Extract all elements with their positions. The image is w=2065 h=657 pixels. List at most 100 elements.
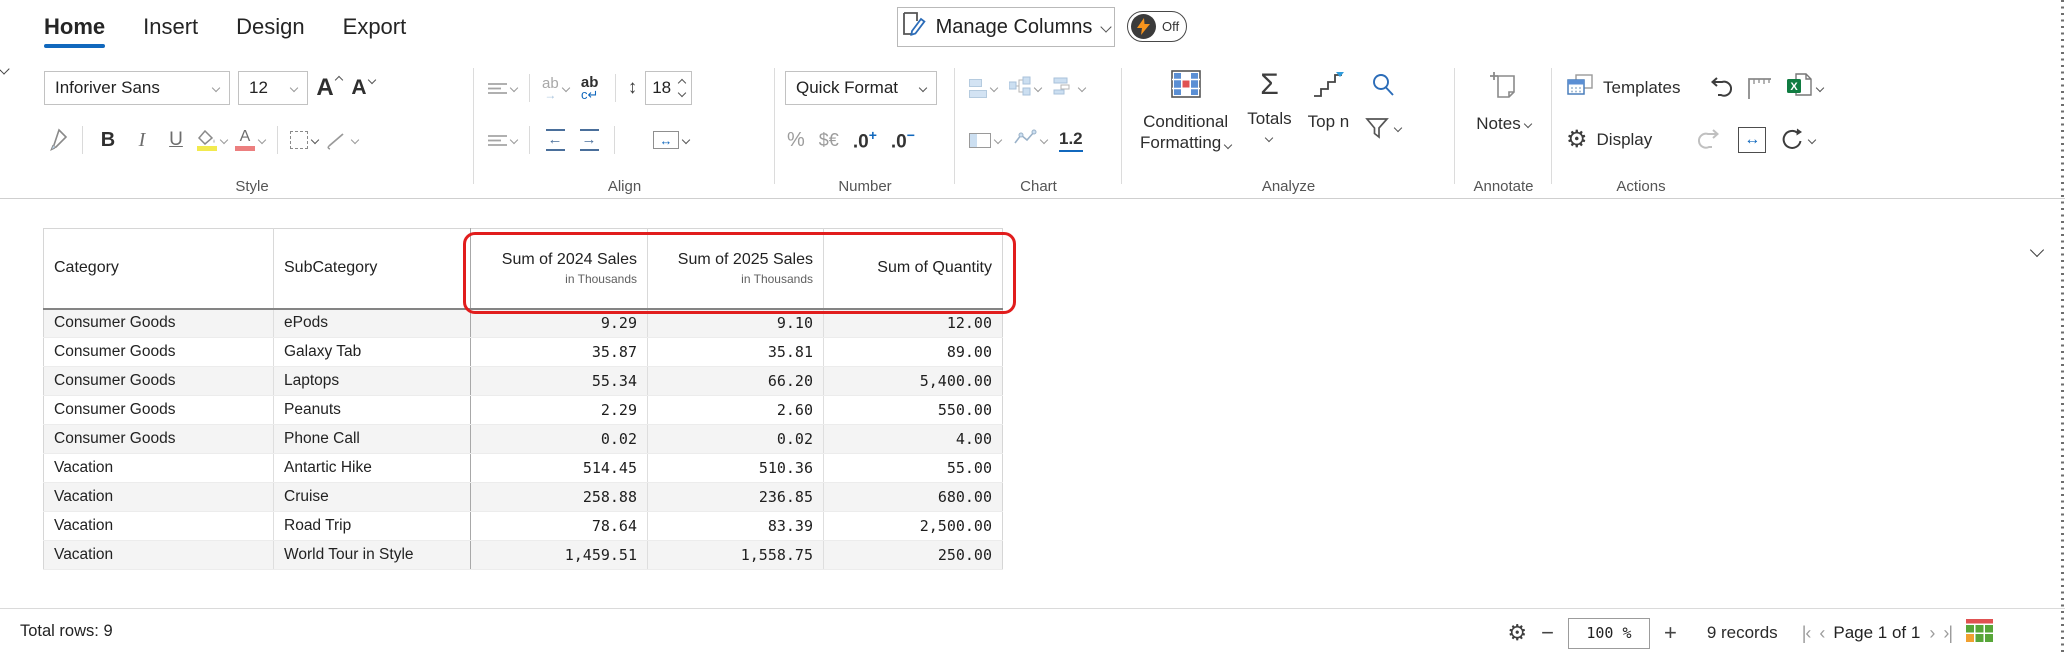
table-row[interactable]: VacationWorld Tour in Style1,459.511,558… [44,541,1003,570]
display-button[interactable]: ⚙ Display [1566,123,1652,157]
table-row[interactable]: Consumer GoodsePods9.299.1012.00 [44,309,1003,338]
table-row[interactable]: VacationAntartic Hike514.45510.3655.00 [44,454,1003,483]
currency-format-button[interactable]: $€ [819,130,839,151]
number-cell[interactable]: 35.87 [471,338,648,367]
number-cell[interactable]: 55.00 [824,454,1003,483]
text-cell[interactable]: Consumer Goods [44,396,274,425]
increase-indent-button[interactable]: → [576,123,602,157]
number-cell[interactable]: 1,459.51 [471,541,648,570]
text-cell[interactable]: Vacation [44,541,274,570]
row-height-stepper[interactable]: 18 [645,71,692,105]
table-row[interactable]: Consumer GoodsGalaxy Tab35.8735.8189.00 [44,338,1003,367]
bar-chart-button[interactable] [969,71,997,105]
number-cell[interactable]: 89.00 [824,338,1003,367]
text-cell[interactable]: Consumer Goods [44,425,274,454]
zoom-level-input[interactable]: 100 % [1568,618,1650,649]
highlight-color-button[interactable] [197,123,227,157]
wrap-text-button[interactable]: ab c↵ [577,71,603,105]
tab-design[interactable]: Design [236,14,304,48]
ribbon-collapse-button[interactable] [2030,243,2044,257]
text-cell[interactable]: ePods [274,309,471,338]
table-row[interactable]: Consumer GoodsLaptops55.3466.205,400.00 [44,367,1003,396]
text-cell[interactable]: Phone Call [274,425,471,454]
fit-width-button[interactable]: ↔ [1738,123,1766,157]
resize-handle-strip[interactable] [2061,0,2064,656]
number-cell[interactable]: 514.45 [471,454,648,483]
inforiver-grid-icon[interactable] [1966,619,1993,647]
text-cell[interactable]: Cruise [274,483,471,512]
number-cell[interactable]: 0.02 [648,425,824,454]
column-header-2025-sales[interactable]: Sum of 2025 Salesin Thousands [648,229,824,309]
column-header-category[interactable]: Category [44,229,274,309]
number-cell[interactable]: 236.85 [648,483,824,512]
text-cell[interactable]: Galaxy Tab [274,338,471,367]
decrease-font-button[interactable]: A [350,71,376,105]
templates-button[interactable]: Templates [1566,71,1680,105]
number-cell[interactable]: 12.00 [824,309,1003,338]
vertical-align-button[interactable] [488,71,517,105]
text-cell[interactable]: Vacation [44,512,274,541]
number-cell[interactable]: 66.20 [648,367,824,396]
export-excel-button[interactable]: X [1786,71,1823,105]
tab-export[interactable]: Export [343,14,407,48]
previous-page-button[interactable]: ‹ [1819,623,1824,644]
column-header-subcategory[interactable]: SubCategory [274,229,471,309]
chevron-up-icon[interactable] [678,79,686,87]
quick-format-select[interactable]: Quick Format [785,71,937,105]
waterfall-chart-button[interactable] [1053,71,1085,105]
top-n-button[interactable]: Top n [1308,60,1350,178]
merge-cells-button[interactable]: ↔ [653,123,689,157]
last-page-button[interactable]: ›| [1943,623,1952,644]
redo-button[interactable] [1698,123,1724,157]
tab-insert[interactable]: Insert [143,14,198,48]
table-row[interactable]: VacationRoad Trip78.6483.392,500.00 [44,512,1003,541]
next-page-button[interactable]: › [1929,623,1934,644]
number-cell[interactable]: 680.00 [824,483,1003,512]
decimal-places-button[interactable]: 1.2 [1059,129,1083,152]
strikethrough-button[interactable] [326,123,358,157]
bold-button[interactable]: B [95,123,121,157]
font-size-select[interactable]: 12 [238,71,308,105]
ribbon-collapse-chevron[interactable] [0,63,10,74]
table-row[interactable]: VacationCruise258.88236.85680.00 [44,483,1003,512]
text-cell[interactable]: Peanuts [274,396,471,425]
chevron-down-icon[interactable] [678,89,686,97]
text-cell[interactable]: Antartic Hike [274,454,471,483]
table-row[interactable]: Consumer GoodsPeanuts2.292.60550.00 [44,396,1003,425]
number-cell[interactable]: 550.00 [824,396,1003,425]
zoom-in-button[interactable]: + [1664,622,1677,644]
tab-home[interactable]: Home [44,14,105,48]
first-page-button[interactable]: |‹ [1802,623,1811,644]
number-cell[interactable]: 2.29 [471,396,648,425]
number-cell[interactable]: 0.02 [471,425,648,454]
text-cell[interactable]: Consumer Goods [44,367,274,396]
undo-button[interactable] [1706,71,1732,105]
text-overflow-button[interactable]: ab → [542,71,569,105]
settings-gear-icon[interactable]: ⚙ [1507,620,1527,646]
percent-format-button[interactable]: % [787,129,805,152]
number-cell[interactable]: 9.10 [648,309,824,338]
column-header-2024-sales[interactable]: Sum of 2024 Salesin Thousands [471,229,648,309]
number-cell[interactable]: 2,500.00 [824,512,1003,541]
text-cell[interactable]: Consumer Goods [44,338,274,367]
number-cell[interactable]: 78.64 [471,512,648,541]
conditional-formatting-button[interactable]: ConditionalFormatting [1140,60,1231,178]
number-cell[interactable]: 83.39 [648,512,824,541]
number-cell[interactable]: 55.34 [471,367,648,396]
font-color-button[interactable]: A [235,123,265,157]
increase-font-button[interactable]: A [316,71,342,105]
text-cell[interactable]: Laptops [274,367,471,396]
table-row[interactable]: Consumer GoodsPhone Call0.020.024.00 [44,425,1003,454]
search-icon[interactable] [1370,72,1396,103]
number-cell[interactable]: 250.00 [824,541,1003,570]
font-family-select[interactable]: Inforiver Sans [44,71,230,105]
text-cell[interactable]: Vacation [44,454,274,483]
ruler-button[interactable] [1746,71,1772,105]
decrease-indent-button[interactable]: ← [542,123,568,157]
text-cell[interactable]: Vacation [44,483,274,512]
notes-button[interactable]: Notes [1455,60,1552,178]
format-painter-icon[interactable] [44,123,70,157]
decrease-decimal-button[interactable]: .0− [891,127,915,153]
increase-decimal-button[interactable]: .0+ [853,127,877,153]
italic-button[interactable]: I [129,123,155,157]
